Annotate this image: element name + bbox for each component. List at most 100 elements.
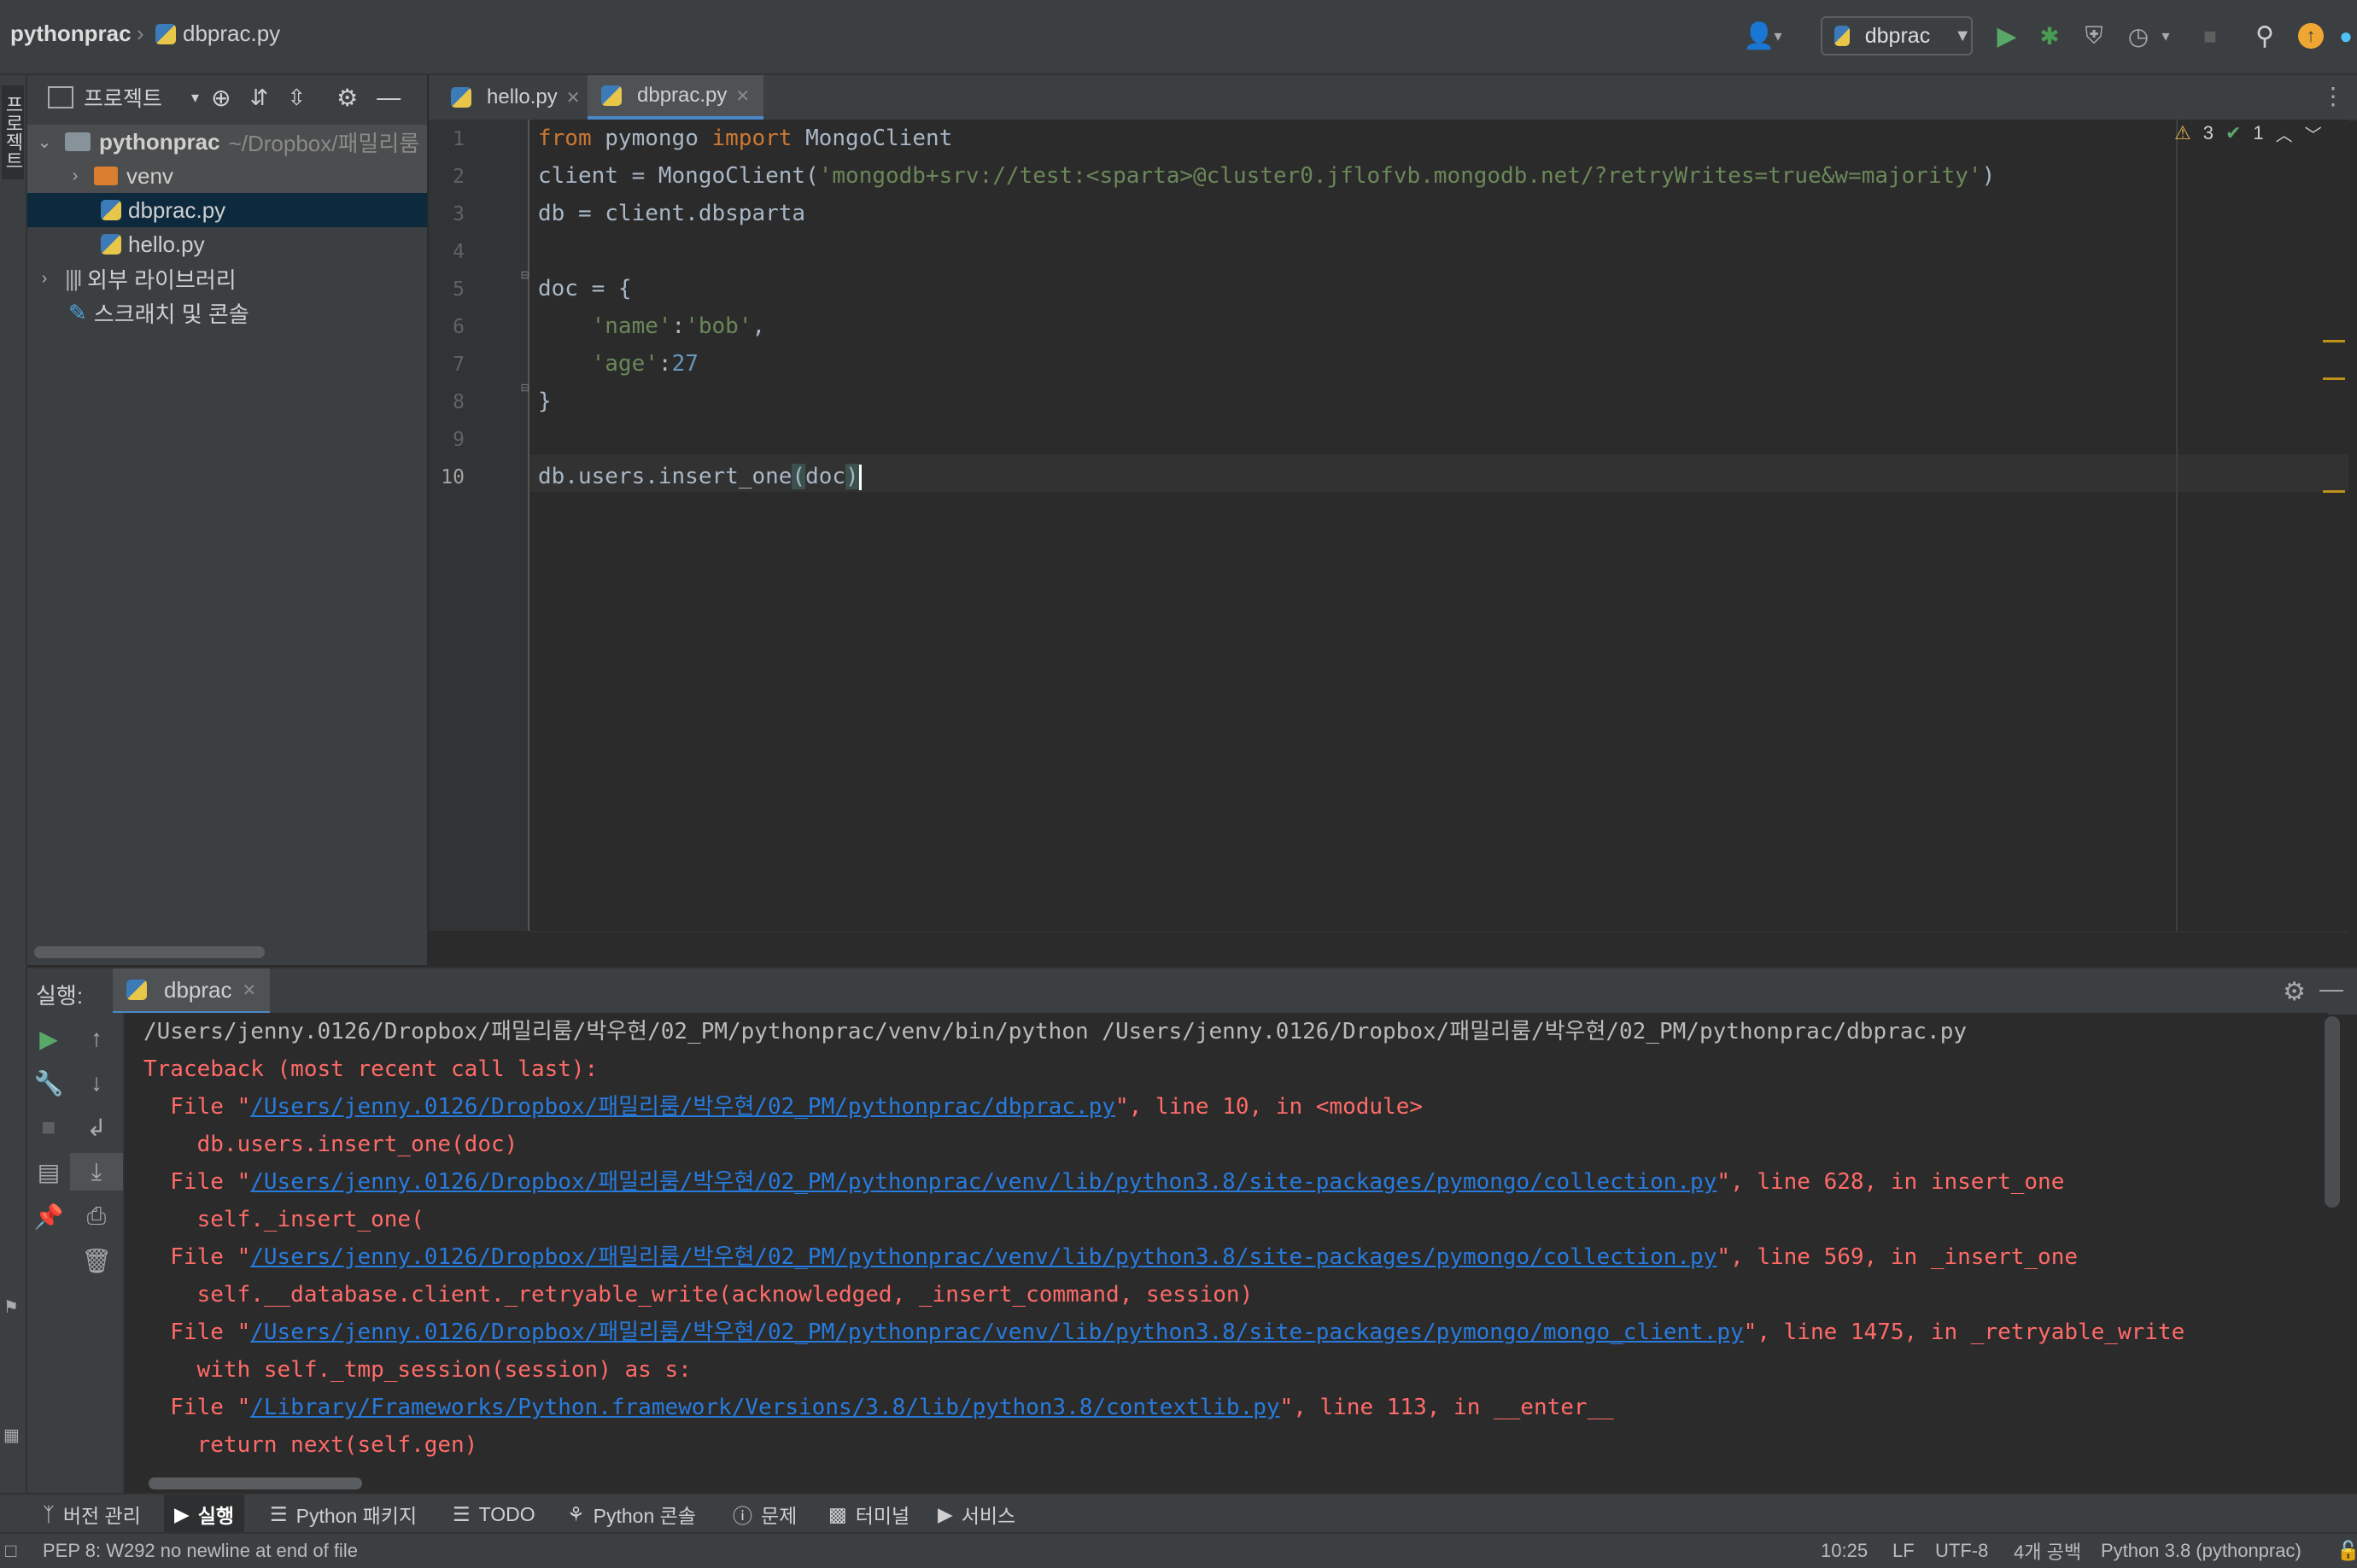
file-link[interactable]: /Users/jenny.0126/Dropbox/패밀리룸/박우현/02_PM… xyxy=(250,1169,1717,1195)
python-config-icon xyxy=(1834,26,1850,46)
venv-label: venv xyxy=(126,162,173,189)
update-icon[interactable]: ↑ xyxy=(2294,19,2328,53)
stop-icon[interactable]: ■ xyxy=(2193,19,2227,53)
soft-wrap-icon[interactable]: ↲ xyxy=(70,1109,123,1146)
tool-terminal[interactable]: ▩ 터미널 xyxy=(818,1495,920,1534)
pin-icon[interactable]: 📌 xyxy=(27,1197,70,1235)
lock-icon[interactable]: 🔓 xyxy=(2337,1534,2357,1568)
run-console-output[interactable]: /Users/jenny.0126/Dropbox/패밀리룸/박우현/02_PM… xyxy=(125,1013,2328,1474)
check-count: 1 xyxy=(2253,122,2264,143)
tool-services[interactable]: ▶ 서비스 xyxy=(927,1495,1026,1534)
search-icon[interactable]: ⚲ xyxy=(2248,19,2282,53)
python-file-icon xyxy=(155,23,176,44)
fold-icon[interactable]: ⊟ xyxy=(521,379,529,395)
python-file-icon xyxy=(451,87,471,108)
tool-problems[interactable]: ⓘ 문제 xyxy=(722,1495,807,1534)
plugin-icon[interactable]: ● xyxy=(2335,19,2357,53)
status-message[interactable]: PEP 8: W292 no newline at end of file xyxy=(43,1534,358,1568)
run-panel-label: 실행: xyxy=(36,983,84,1009)
console-vscrollbar[interactable] xyxy=(2325,1016,2340,1208)
file-link[interactable]: /Users/jenny.0126/Dropbox/패밀리룸/박우현/02_PM… xyxy=(250,1094,1115,1120)
profile-icon[interactable]: ◷ xyxy=(2121,19,2155,53)
file-link[interactable]: /Users/jenny.0126/Dropbox/패밀리룸/박우현/02_PM… xyxy=(250,1244,1717,1270)
run-toolbar-primary: ▶ 🔧 ■ ▤ 📌 xyxy=(27,1013,70,1493)
tool-python-console[interactable]: ⚘ Python 콘솔 xyxy=(557,1495,706,1534)
error-stripe-mark[interactable] xyxy=(2323,340,2345,342)
gear-icon[interactable]: ⚙ xyxy=(336,84,358,112)
fold-icon[interactable]: ⊟ xyxy=(521,266,529,283)
line-number: 2 xyxy=(453,166,465,188)
console-code-line: with self._tmp_session(session) as s: xyxy=(143,1357,692,1383)
more-tabs-icon[interactable]: ⋮ xyxy=(2321,82,2345,110)
code-editor[interactable]: from pymongo import MongoClient client =… xyxy=(529,120,2348,931)
tree-root-pythonprac[interactable]: ⌄ pythonprac ~/Dropbox/패밀리룸 xyxy=(27,125,427,159)
editor-gutter: 1 2 3 4 5 6 7 8 9 10 ⊟ ⊟ xyxy=(429,120,529,931)
chevron-down-icon: ▼ xyxy=(1954,26,1971,45)
arrow-down-icon[interactable]: ↓ xyxy=(70,1064,123,1102)
line-number: 7 xyxy=(453,354,465,376)
panel-toggle-icon[interactable]: □ xyxy=(5,1534,16,1568)
trash-icon[interactable]: 🗑 xyxy=(70,1242,123,1279)
run-config-selector[interactable]: dbprac ▼ xyxy=(1821,16,1973,56)
project-panel-title[interactable]: 프로젝트 xyxy=(84,82,162,113)
close-icon[interactable]: ✕ xyxy=(243,980,257,1001)
project-hscrollbar[interactable] xyxy=(34,946,265,958)
right-margin-guide xyxy=(2176,120,2178,931)
indent-setting[interactable]: 4개 공백 xyxy=(2014,1534,2081,1568)
tab-hello-py[interactable]: hello.py ✕ xyxy=(437,75,594,120)
breadcrumb-project[interactable]: pythonprac xyxy=(10,20,132,47)
chevron-down-icon[interactable]: ﹀ xyxy=(2305,121,2322,146)
run-tab-dbprac[interactable]: dbprac ✕ xyxy=(113,968,271,1015)
run-icon[interactable]: ▶ xyxy=(1990,19,2024,53)
wrench-icon[interactable]: 🔧 xyxy=(27,1064,70,1102)
rerun-icon[interactable]: ▶ xyxy=(27,1020,70,1057)
tool-vcs[interactable]: ᛉ 버전 관리 xyxy=(32,1495,151,1534)
error-stripe-mark[interactable] xyxy=(2323,490,2345,493)
file-link[interactable]: /Library/Frameworks/Python.framework/Ver… xyxy=(250,1395,1279,1420)
account-dropdown-icon[interactable]: ▾ xyxy=(1768,19,1788,53)
left-tool-stripe: 프로젝트 ⚑ ▦ ▣ xyxy=(0,75,27,1530)
line-separator[interactable]: LF xyxy=(1892,1534,1915,1568)
close-icon[interactable]: ✕ xyxy=(566,87,581,108)
tool-python-packages[interactable]: ☰ Python 패키지 xyxy=(260,1495,427,1534)
tree-item-external-libraries[interactable]: › |||l 외부 라이브러리 xyxy=(27,261,427,295)
tab-dbprac-py[interactable]: dbprac.py ✕ xyxy=(588,75,764,120)
hide-panel-icon[interactable]: — xyxy=(2319,975,2343,1003)
project-tool-window-button[interactable]: 프로젝트 xyxy=(2,85,24,179)
file-encoding[interactable]: UTF-8 xyxy=(1935,1534,1988,1568)
file-link[interactable]: /Users/jenny.0126/Dropbox/패밀리룸/박우현/02_PM… xyxy=(250,1319,1743,1345)
bookmarks-icon[interactable]: ⚑ xyxy=(3,1296,19,1318)
root-path: ~/Dropbox/패밀리룸 xyxy=(228,130,420,156)
tree-item-venv[interactable]: › venv xyxy=(27,159,427,193)
inspection-widget[interactable]: ⚠ 3 ✔ 1 ︿ ﹀ xyxy=(2174,116,2322,150)
locate-icon[interactable]: ⊕ xyxy=(211,84,231,112)
arrow-up-icon[interactable]: ↑ xyxy=(70,1020,123,1057)
scratches-label: 스크래치 및 콘솔 xyxy=(93,301,249,327)
run-config-label: dbprac xyxy=(1864,23,1931,48)
tree-item-hello[interactable]: hello.py xyxy=(27,227,427,261)
chevron-up-icon[interactable]: ︿ xyxy=(2276,121,2293,146)
tree-item-scratches[interactable]: ✎ 스크래치 및 콘솔 xyxy=(27,295,427,330)
tree-item-dbprac[interactable]: dbprac.py xyxy=(27,193,427,227)
scroll-to-end-icon[interactable]: ⤓ xyxy=(70,1153,123,1191)
profile-dropdown-icon[interactable]: ▾ xyxy=(2155,19,2176,53)
debug-icon[interactable]: ✱ xyxy=(2032,19,2067,53)
view-dropdown-icon[interactable]: ▾ xyxy=(191,89,199,107)
error-stripe-mark[interactable] xyxy=(2323,377,2345,380)
print-icon[interactable]: ⎙ xyxy=(70,1197,123,1235)
layout-icon[interactable]: ▤ xyxy=(27,1153,70,1191)
tool-run[interactable]: ▶ 실행 xyxy=(164,1495,245,1534)
gear-icon[interactable]: ⚙ xyxy=(2283,977,2306,1007)
hide-panel-icon[interactable]: — xyxy=(377,84,401,111)
close-icon[interactable]: ✕ xyxy=(735,85,750,107)
stop-icon[interactable]: ■ xyxy=(27,1109,70,1146)
collapse-all-icon[interactable]: ⇳ xyxy=(287,85,306,111)
python-interpreter[interactable]: Python 3.8 (pythonprac) xyxy=(2101,1534,2301,1568)
breadcrumb-file[interactable]: dbprac.py xyxy=(155,20,280,47)
expand-all-icon[interactable]: ⇵ xyxy=(250,85,269,111)
coverage-icon[interactable]: ⛨ xyxy=(2077,19,2111,53)
console-hscrollbar[interactable] xyxy=(149,1477,362,1489)
caret-position[interactable]: 10:25 xyxy=(1821,1534,1868,1568)
tool-todo[interactable]: ☰ TODO xyxy=(442,1495,546,1534)
structure-icon[interactable]: ▦ xyxy=(3,1425,20,1446)
